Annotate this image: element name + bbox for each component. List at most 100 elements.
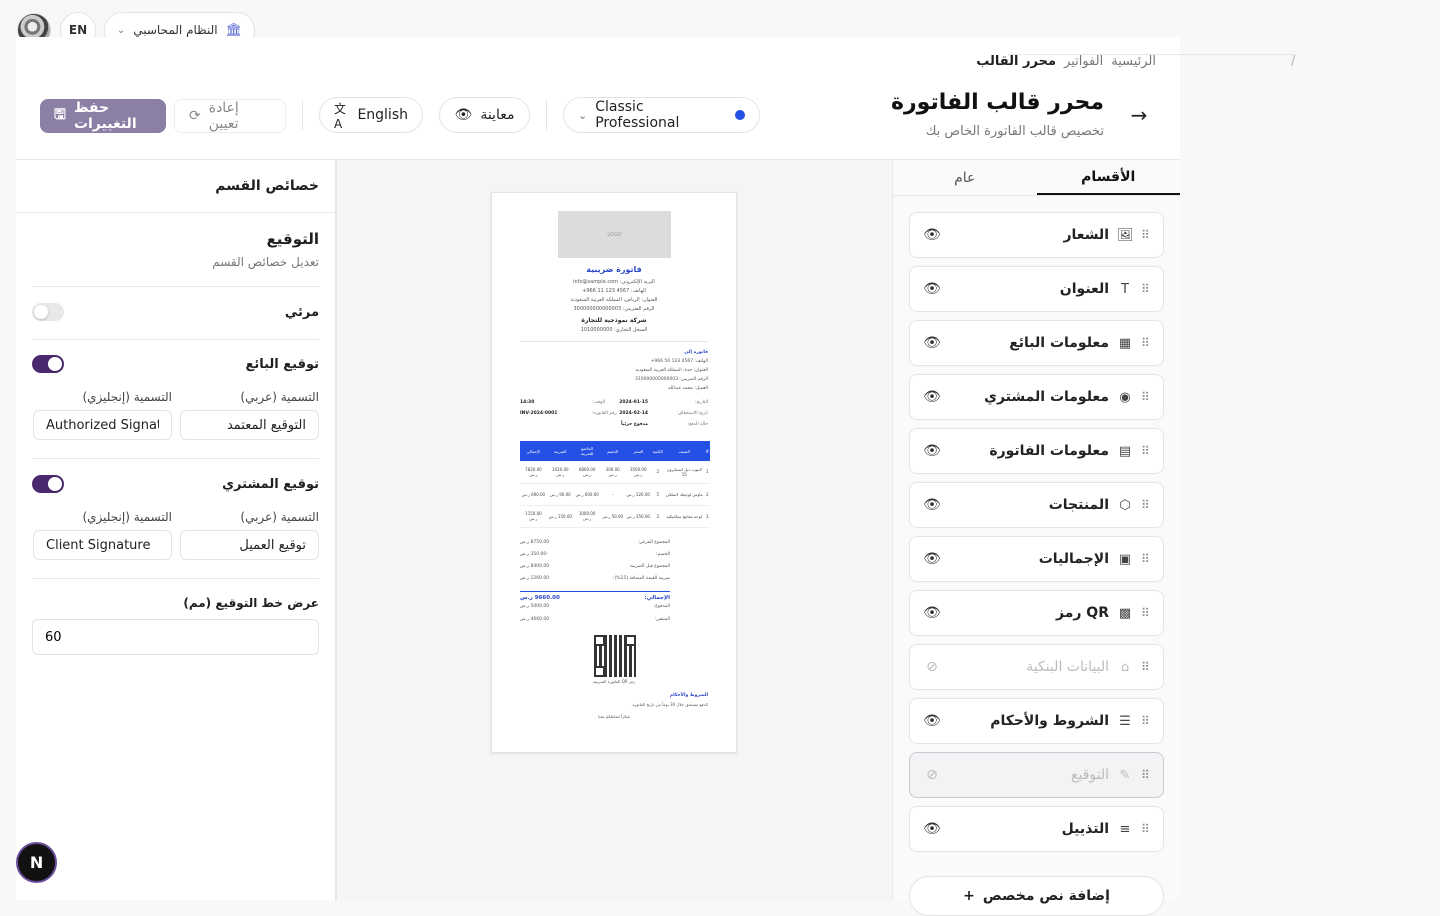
breadcrumb: الرئيسية / الفواتير / محرر القالب	[976, 54, 1296, 69]
preview-meta-value2: 14:30	[520, 400, 535, 405]
eye-icon[interactable]: 👁	[922, 281, 942, 297]
drag-handle-icon[interactable]: ⠿	[1141, 337, 1151, 349]
eye-off-icon[interactable]: ⊘	[922, 767, 942, 783]
drag-handle-icon[interactable]: ⠿	[1141, 607, 1151, 619]
buyer-signature-toggle[interactable]	[32, 475, 64, 493]
section-item[interactable]: 👁 المنتجات ⬡ ⠿	[909, 482, 1164, 528]
preview-total-value: 8750.00 ر.س	[520, 540, 550, 545]
toolbar-divider	[546, 100, 547, 130]
toolbar-divider	[302, 100, 303, 130]
eye-off-icon[interactable]: ⊘	[922, 659, 942, 675]
reset-button[interactable]: ⟳ إعادة تعيين	[174, 99, 286, 133]
section-item-label: الشعار	[1063, 227, 1109, 243]
drag-handle-icon[interactable]: ⠿	[1141, 391, 1151, 403]
preview-total-value: 4660.00 ر.س	[520, 617, 550, 622]
buyer-label-fields: التسمية (عربي) التسمية (إنجليزي)	[32, 510, 319, 560]
preview-total-row: ضريبة القيمة المضافة (15%): 1260.00 ر.س	[520, 576, 670, 581]
preview-meta-value: 2024-01-15	[619, 400, 648, 405]
section-item[interactable]: 👁 التذييل ≡ ⠿	[909, 806, 1164, 852]
drag-handle-icon[interactable]: ⠿	[1141, 661, 1151, 673]
eye-icon[interactable]: 👁	[922, 335, 942, 351]
preview-table-header: الكمية	[651, 441, 664, 461]
save-button[interactable]: 🖫 حفظ التغييرات	[40, 99, 166, 133]
drag-handle-icon[interactable]: ⠿	[1141, 229, 1151, 241]
buyer-label-en-title: التسمية (إنجليزي)	[82, 510, 172, 524]
eye-icon[interactable]: 👁	[922, 605, 942, 621]
preview-title: فاتورة ضريبية	[586, 265, 642, 274]
section-item[interactable]: 👁 رمز QR ▩ ⠿	[909, 590, 1164, 636]
language-switch-button[interactable]: 文A English	[319, 97, 423, 133]
preview-meta-label: التاريخ:	[694, 400, 708, 405]
eye-icon[interactable]: 👁	[922, 713, 942, 729]
divider	[32, 578, 319, 579]
preview-table-cell: 150.00 ر.س	[546, 505, 574, 528]
preview-total-row: الخصم: -350.00 ر.س	[520, 552, 670, 557]
refresh-icon: ⟳	[189, 108, 201, 124]
drag-handle-icon[interactable]: ⠿	[1141, 715, 1151, 727]
seller-label-en-input[interactable]	[33, 410, 172, 440]
seller-signature-toggle[interactable]	[32, 355, 64, 373]
section-item[interactable]: 👁 العنوان T ⠿	[909, 266, 1164, 312]
eye-icon[interactable]: 👁	[922, 443, 942, 459]
toggle-knob	[48, 357, 62, 371]
buyer-signature-label: توقيع المشتري	[222, 476, 319, 492]
drag-handle-icon[interactable]: ⠿	[1141, 769, 1151, 781]
preview-buyer-line: العميل: محمد عبدالله	[668, 386, 708, 391]
properties-section-title: التوقيع	[266, 230, 320, 248]
tab-sections[interactable]: الأقسام	[1036, 160, 1180, 195]
tab-general[interactable]: عام	[893, 160, 1037, 195]
buyer-label-en-input[interactable]	[33, 530, 172, 560]
breadcrumb-current: محرر القالب	[976, 54, 1057, 69]
seller-label-ar-field: التسمية (عربي)	[180, 390, 319, 440]
preview-total-label: المتبقي:	[654, 617, 670, 622]
preview-meta-label: تاريخ الاستحقاق:	[677, 411, 708, 416]
add-custom-text-button[interactable]: إضافة نص مخصص +	[909, 876, 1164, 916]
eye-icon[interactable]: 👁	[922, 551, 942, 567]
back-arrow-icon[interactable]: →	[1128, 103, 1150, 127]
eye-icon[interactable]: 👁	[922, 497, 942, 513]
preview-meta-label2: رقم الفاتورة:	[592, 411, 617, 416]
eye-icon[interactable]: 👁	[922, 227, 942, 243]
scroll-icon: ☰	[1119, 713, 1131, 729]
drag-handle-icon[interactable]: ⠿	[1141, 823, 1151, 835]
drag-handle-icon[interactable]: ⠿	[1141, 499, 1151, 511]
toggle-knob	[34, 305, 48, 319]
section-item[interactable]: 👁 معلومات البائع ▦ ⠿	[909, 320, 1164, 366]
breadcrumb-home[interactable]: الرئيسية	[1111, 54, 1156, 69]
preview-total-row: المجموع الفرعي: 8750.00 ر.س	[520, 540, 670, 545]
section-item-label: التذييل	[1061, 821, 1109, 837]
drag-handle-icon[interactable]: ⠿	[1141, 283, 1151, 295]
drag-handle-icon[interactable]: ⠿	[1141, 553, 1151, 565]
line-width-input[interactable]	[32, 619, 319, 655]
dev-tools-badge[interactable]: N	[16, 842, 57, 883]
qr-caption: رمز QR الفاتورة الضريبية	[592, 679, 636, 684]
section-item[interactable]: 👁 معلومات المشتري ◉ ⠿	[909, 374, 1164, 420]
template-selector[interactable]: ⌄ Classic Professional	[563, 97, 760, 133]
buyer-label-ar-input[interactable]	[180, 530, 319, 560]
preview-table-header: الإجمالي	[520, 441, 547, 461]
preview-table-row: 1 لابتوب ديل انسبايرون 15 2 3500.00 ر.س 300.…	[520, 461, 710, 484]
buyer-label-ar-field: التسمية (عربي)	[180, 510, 319, 560]
line-width-label: عرض خط التوقيع (مم)	[183, 596, 319, 610]
section-item[interactable]: ⊘ التوقيع ✎ ⠿	[909, 752, 1164, 798]
visible-toggle[interactable]	[32, 303, 64, 321]
section-item[interactable]: 👁 الشعار 🖼 ⠿	[909, 212, 1164, 258]
preview-total-row: المدفوع: 5000.00 ر.س	[520, 604, 670, 609]
section-item[interactable]: ⊘ البيانات البنكية ⌂ ⠿	[909, 644, 1164, 690]
signature-icon: ✎	[1119, 767, 1131, 783]
language-switch-label: English	[357, 107, 408, 123]
seller-label-ar-input[interactable]	[180, 410, 319, 440]
eye-icon[interactable]: 👁	[922, 821, 942, 837]
preview-table-cell: 350.00 ر.س	[624, 505, 652, 528]
preview-table-cell: 1150.00 ر.س	[520, 505, 547, 528]
drag-handle-icon[interactable]: ⠿	[1141, 445, 1151, 457]
preview-button[interactable]: 👁 معاينة	[439, 97, 530, 133]
preview-terms-text: الدفع مستحق خلال 30 يوماً من تاريخ الفات…	[631, 702, 708, 707]
section-item[interactable]: 👁 الشروط والأحكام ☰ ⠿	[909, 698, 1164, 744]
document-icon: ▤	[1118, 443, 1132, 459]
toggle-knob	[48, 477, 62, 491]
breadcrumb-invoices[interactable]: الفواتير	[1064, 54, 1103, 69]
section-item[interactable]: 👁 الإجماليات ▣ ⠿	[909, 536, 1164, 582]
eye-icon[interactable]: 👁	[922, 389, 942, 405]
section-item[interactable]: 👁 معلومات الفاتورة ▤ ⠿	[909, 428, 1164, 474]
